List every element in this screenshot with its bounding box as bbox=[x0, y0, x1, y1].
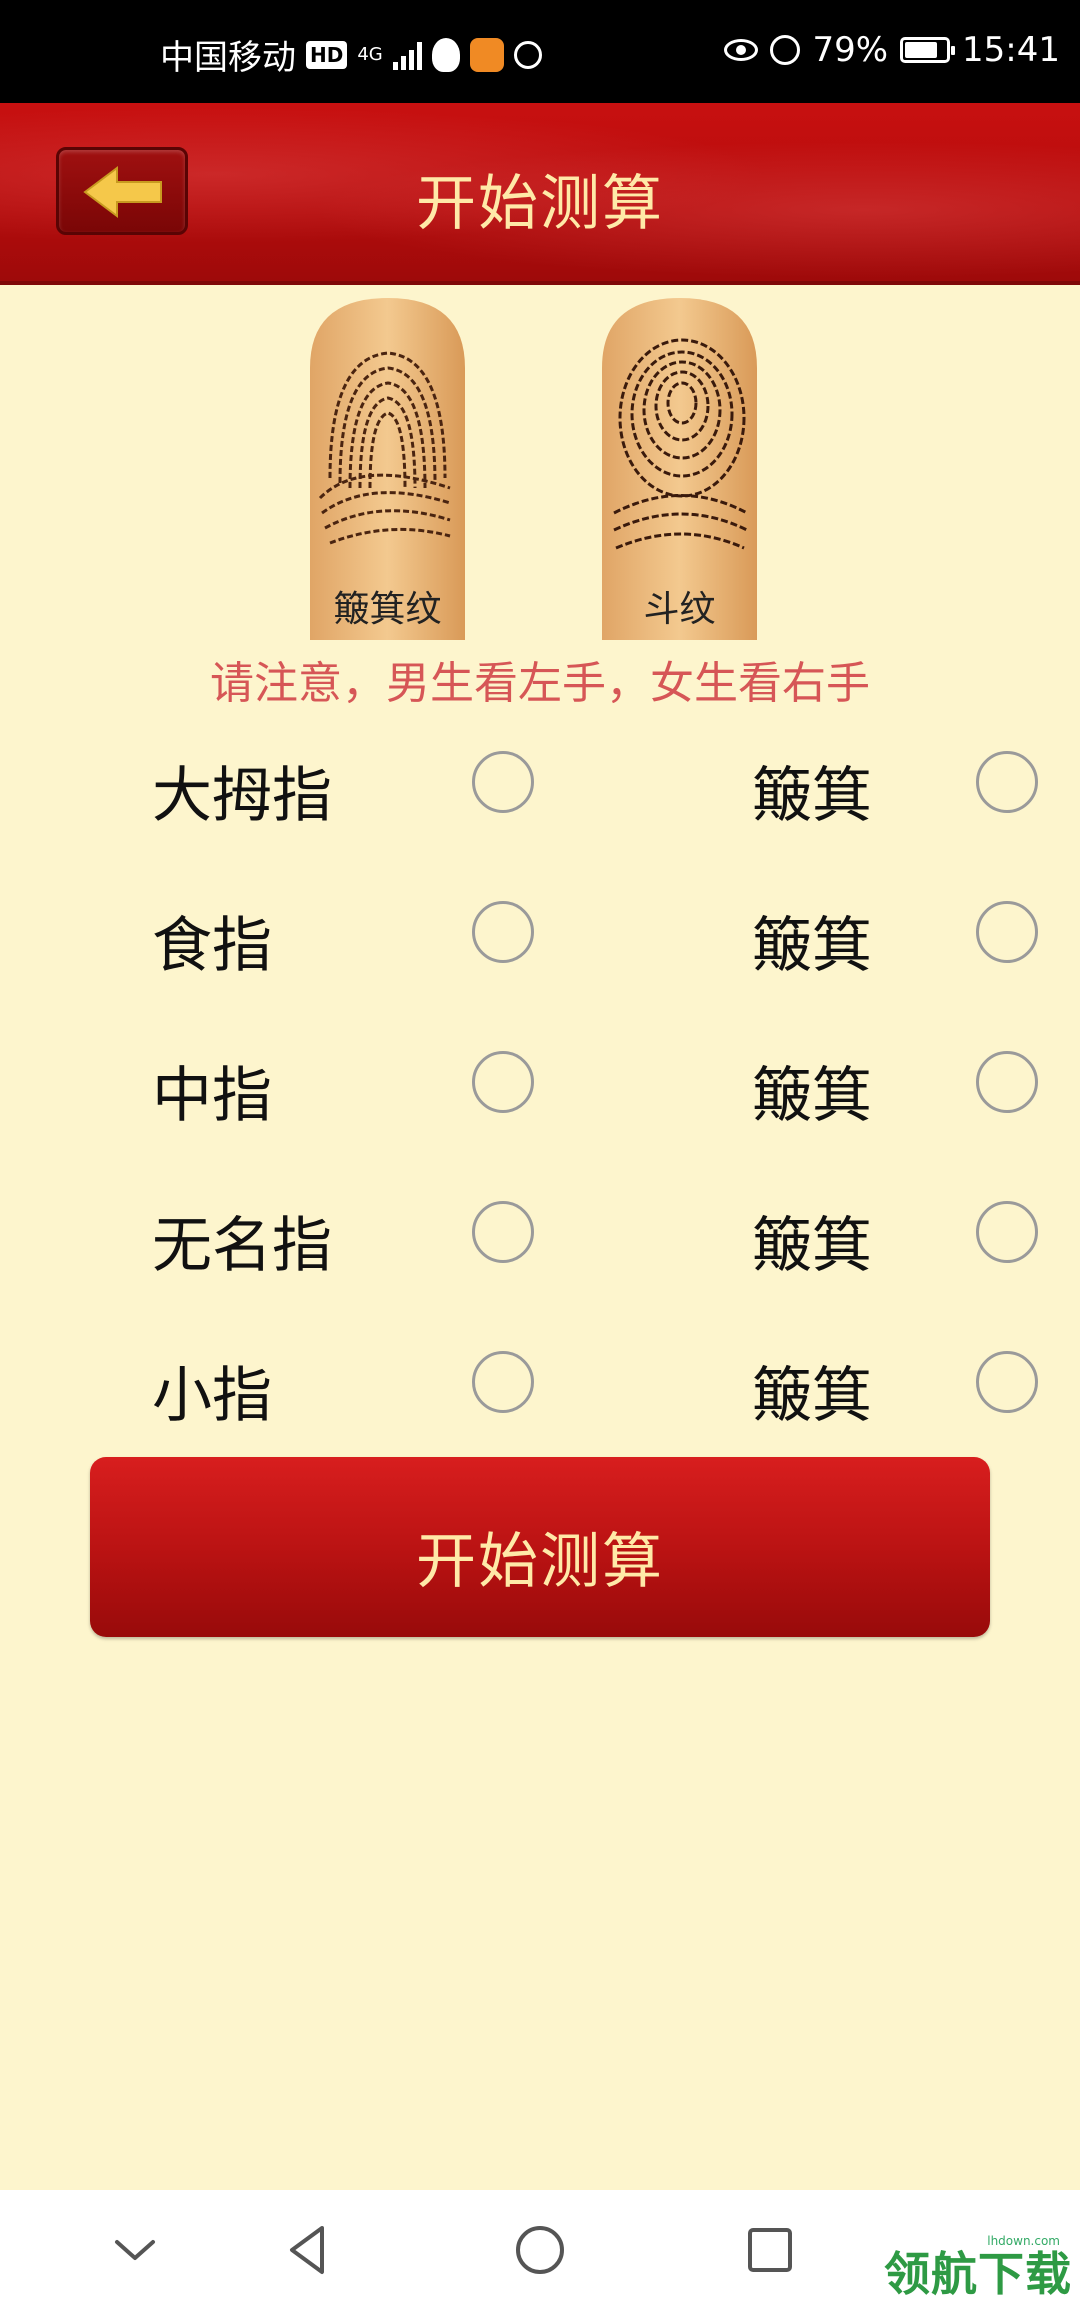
finger-label: 小指 bbox=[152, 1361, 272, 1431]
status-right: 79% 15:41 bbox=[724, 30, 1060, 70]
finger-row-middle: 中指 簸箕 bbox=[0, 1007, 1080, 1157]
page-title: 开始测算 bbox=[416, 169, 664, 239]
loop-fingerprint-image: 簸箕纹 bbox=[300, 298, 475, 640]
finger-row-little: 小指 簸箕 bbox=[0, 1307, 1080, 1457]
notice-text: 请注意，男生看左手，女生看右手 bbox=[210, 658, 870, 709]
finger-label: 中指 bbox=[152, 1061, 272, 1131]
network-type: 4G bbox=[357, 44, 383, 65]
watermark-text: 领航下载 bbox=[884, 2247, 1072, 2301]
video-app-icon bbox=[469, 37, 504, 72]
type-label: 簸箕 bbox=[752, 761, 872, 831]
whorl-fingerprint-image: 斗纹 bbox=[592, 298, 767, 640]
finger-radio[interactable] bbox=[472, 1051, 534, 1113]
type-radio[interactable] bbox=[976, 1351, 1038, 1413]
finger-radio[interactable] bbox=[472, 751, 534, 813]
signal-icon bbox=[392, 40, 422, 70]
triangle-back-icon[interactable] bbox=[278, 2220, 338, 2280]
watermark: lhdown.com 领航下载 bbox=[884, 2234, 1074, 2304]
type-radio[interactable] bbox=[976, 1051, 1038, 1113]
battery-icon bbox=[900, 37, 956, 63]
square-recent-icon[interactable] bbox=[740, 2220, 800, 2280]
system-nav-bar: lhdown.com 领航下载 bbox=[0, 2190, 1080, 2310]
battery-fill bbox=[905, 42, 937, 58]
carrier-label: 中国移动 bbox=[160, 38, 296, 78]
qq-icon bbox=[431, 37, 460, 72]
status-left: 中国移动 HD 4G bbox=[160, 30, 542, 79]
start-calculation-button[interactable]: 开始测算 bbox=[90, 1457, 990, 1637]
finger-radio[interactable] bbox=[472, 1201, 534, 1263]
finger-radio[interactable] bbox=[472, 901, 534, 963]
finger-label: 大拇指 bbox=[152, 761, 332, 831]
type-label: 簸箕 bbox=[752, 1061, 872, 1131]
start-button-label: 开始测算 bbox=[416, 1527, 664, 1597]
hd-badge: HD bbox=[306, 40, 348, 69]
type-radio[interactable] bbox=[976, 1201, 1038, 1263]
battery-percent: 79% bbox=[812, 30, 889, 70]
alarm-icon bbox=[770, 35, 801, 65]
type-radio[interactable] bbox=[976, 751, 1038, 813]
fingerprint-illustration: 簸箕纹 斗纹 bbox=[300, 290, 780, 640]
type-label: 簸箕 bbox=[752, 1361, 872, 1431]
type-label: 簸箕 bbox=[752, 1211, 872, 1281]
finger-label: 食指 bbox=[152, 911, 272, 981]
finger-row-ring: 无名指 簸箕 bbox=[0, 1157, 1080, 1307]
finger-radio[interactable] bbox=[472, 1351, 534, 1413]
loop-label: 簸箕纹 bbox=[333, 589, 442, 630]
browser-icon bbox=[513, 40, 542, 69]
finger-row-thumb: 大拇指 簸箕 bbox=[0, 707, 1080, 857]
finger-label: 无名指 bbox=[152, 1211, 332, 1281]
status-bar: 中国移动 HD 4G 79% 15:41 bbox=[0, 0, 1080, 103]
clock: 15:41 bbox=[962, 30, 1060, 70]
whorl-label: 斗纹 bbox=[643, 589, 716, 630]
chevron-down-icon[interactable] bbox=[105, 2220, 165, 2280]
finger-row-index: 食指 簸箕 bbox=[0, 857, 1080, 1007]
eye-comfort-icon bbox=[724, 39, 759, 61]
type-radio[interactable] bbox=[976, 901, 1038, 963]
circle-home-icon[interactable] bbox=[510, 2220, 570, 2280]
type-label: 簸箕 bbox=[752, 911, 872, 981]
app-header: 开始测算 bbox=[0, 103, 1080, 285]
